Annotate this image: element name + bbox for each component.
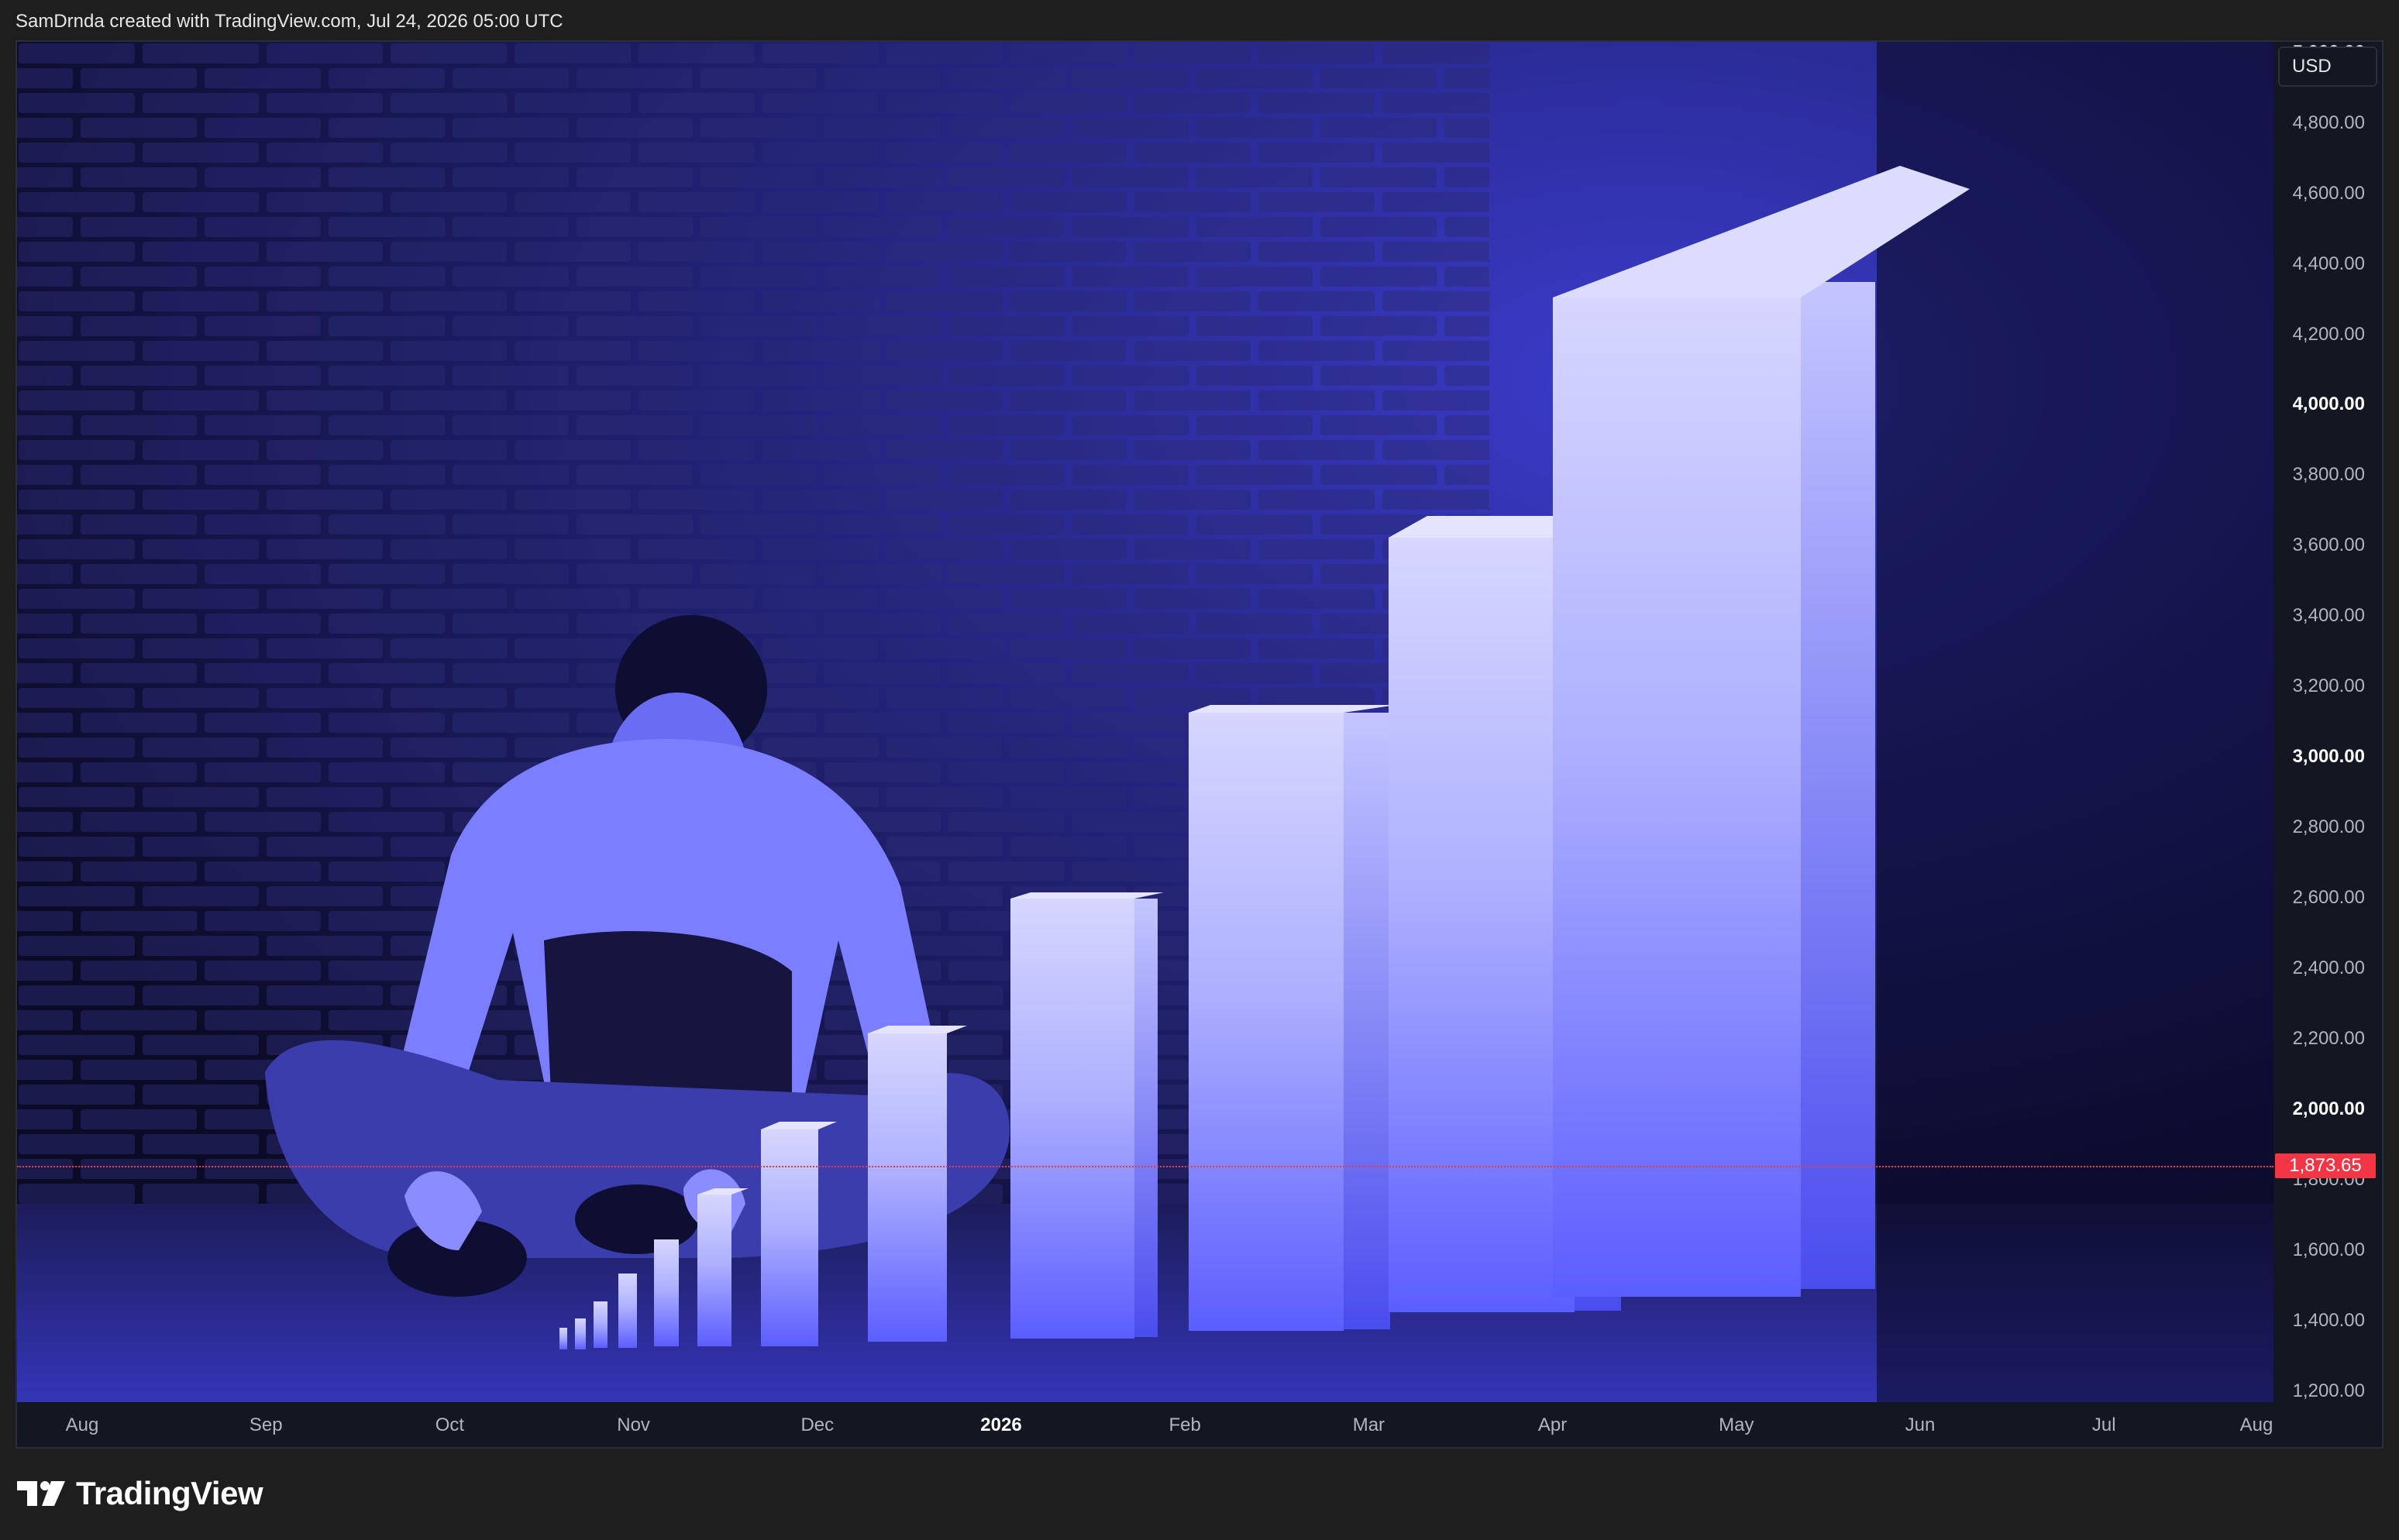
- price-axis-label: 3,800.00: [2292, 464, 2365, 486]
- price-axis-label: 3,200.00: [2292, 675, 2365, 697]
- chart-attribution: SamDrnda created with TradingView.com, J…: [15, 11, 563, 32]
- tradingview-logo-icon: [17, 1481, 65, 1506]
- time-axis-label: Sep: [249, 1415, 283, 1435]
- price-axis-label: 2,000.00: [2292, 1098, 2365, 1120]
- price-axis-label: 4,600.00: [2292, 182, 2365, 204]
- price-axis-label: 1,400.00: [2292, 1310, 2365, 1332]
- time-axis-label: Nov: [617, 1415, 650, 1435]
- tradingview-logo[interactable]: TradingView: [17, 1475, 263, 1512]
- time-axis-label: Apr: [1537, 1415, 1568, 1435]
- last-price-badge: 1,873.65: [2275, 1153, 2376, 1178]
- time-axis-label: Dec: [800, 1415, 835, 1435]
- price-axis-label: 4,800.00: [2292, 112, 2365, 133]
- time-axis-label: Feb: [1169, 1415, 1201, 1435]
- price-axis-label: 4,400.00: [2292, 253, 2365, 274]
- time-axis-label: Aug: [65, 1415, 99, 1435]
- price-axis-label: 2,600.00: [2292, 887, 2365, 909]
- price-axis-label: 4,200.00: [2292, 323, 2365, 345]
- tradingview-wordmark: TradingView: [76, 1475, 263, 1511]
- price-axis-label: 3,400.00: [2292, 605, 2365, 627]
- price-axis-label: 3,600.00: [2292, 535, 2365, 556]
- time-axis-label: Aug: [2239, 1415, 2273, 1435]
- price-axis-label: 1,600.00: [2292, 1239, 2365, 1261]
- time-axis-label: Jul: [2091, 1415, 2116, 1435]
- time-axis-label: Jun: [1905, 1415, 1936, 1435]
- currency-button[interactable]: USD: [2278, 46, 2377, 87]
- price-axis-label: 1,200.00: [2292, 1380, 2365, 1401]
- time-scale[interactable]: Aug Sep Oct Nov Dec 2026 Feb Mar Apr May Jun Jul Aug: [17, 1402, 2273, 1447]
- time-axis-label: Mar: [1352, 1415, 1385, 1435]
- price-axis-label: 2,800.00: [2292, 816, 2365, 838]
- price-axis-label: 2,400.00: [2292, 957, 2365, 979]
- price-axis-label: 2,200.00: [2292, 1028, 2365, 1050]
- price-axis-label: 4,000.00: [2292, 394, 2365, 415]
- time-axis-label: May: [1719, 1415, 1754, 1435]
- chart-plot-area[interactable]: [17, 42, 2273, 1402]
- time-axis-label: Oct: [435, 1415, 465, 1435]
- price-axis-label: 3,000.00: [2292, 746, 2365, 768]
- last-price-line: [17, 1166, 2273, 1167]
- time-axis-label: 2026: [980, 1415, 1022, 1435]
- price-scale[interactable]: 5,000.004,800.004,600.004,400.004,200.00…: [2273, 42, 2382, 1402]
- background-illustration: [17, 42, 2273, 1402]
